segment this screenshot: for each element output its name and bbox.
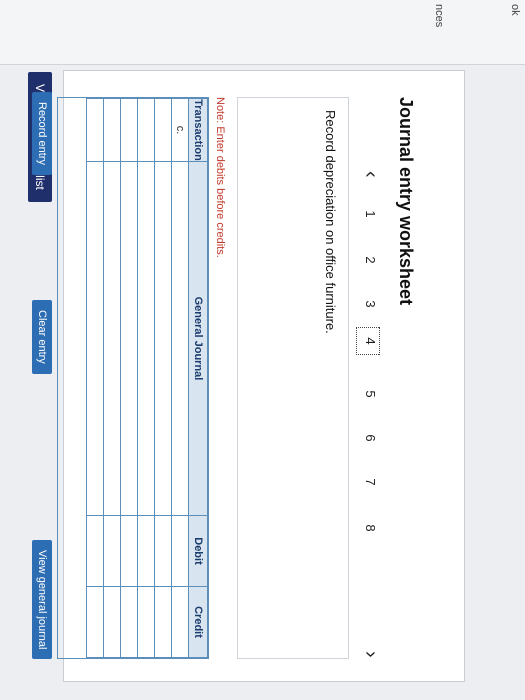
chevron-left-icon[interactable]: ‹ <box>359 171 382 178</box>
debits-credits-note: Note: Enter debits before credits. <box>214 97 226 258</box>
table-row <box>103 98 121 658</box>
sidebar-label-ok: ok <box>509 4 521 16</box>
page-3[interactable]: 3 <box>363 295 378 313</box>
page-5[interactable]: 5 <box>363 385 378 403</box>
header-general-journal: General Journal <box>188 161 208 516</box>
page-8[interactable]: 8 <box>363 519 378 537</box>
page-4[interactable]: 4 <box>363 332 378 350</box>
credit-cell[interactable] <box>137 586 155 658</box>
credit-cell[interactable] <box>171 586 189 658</box>
credit-cell[interactable] <box>120 586 138 658</box>
transaction-cell <box>120 98 138 162</box>
sidebar-label-ences: nces <box>433 4 445 28</box>
account-cell[interactable] <box>120 161 138 516</box>
transaction-cell <box>103 98 121 162</box>
account-cell[interactable] <box>154 161 172 516</box>
table-row <box>137 98 155 658</box>
transaction-cell <box>154 98 172 162</box>
worksheet-page: ok nces View transaction list Journal en… <box>0 0 525 700</box>
page-2[interactable]: 2 <box>363 251 378 269</box>
transaction-cell <box>137 98 155 162</box>
debit-cell[interactable] <box>120 515 138 587</box>
page-4-current[interactable]: 4 <box>356 327 380 355</box>
debit-cell[interactable] <box>103 515 121 587</box>
page-1[interactable]: 1 <box>363 205 378 223</box>
credit-cell[interactable] <box>103 586 121 658</box>
credit-cell[interactable] <box>154 586 172 658</box>
debit-cell[interactable] <box>137 515 155 587</box>
view-general-journal-button[interactable]: View general journal <box>32 540 52 660</box>
account-cell[interactable] <box>103 161 121 516</box>
debit-cell[interactable] <box>171 515 189 587</box>
left-sidebar: ok nces <box>0 0 525 65</box>
page-title: Journal entry worksheet <box>396 97 416 306</box>
table-row <box>86 98 104 658</box>
credit-cell[interactable] <box>86 586 104 658</box>
general-journal-table: Transaction General Journal Debit Credit… <box>57 97 209 659</box>
account-cell[interactable] <box>137 161 155 516</box>
worksheet-pager: ‹ 1 2 3 4 5 6 7 8 › <box>356 171 382 671</box>
journal-entry-panel: Journal entry worksheet ‹ 1 2 3 4 5 6 7 … <box>57 70 465 682</box>
account-cell[interactable] <box>171 161 189 516</box>
account-cell[interactable] <box>86 161 104 516</box>
clear-entry-button[interactable]: Clear entry <box>32 300 52 374</box>
header-transaction: Transaction <box>188 98 208 162</box>
instruction-text: Record depreciation on office furniture. <box>323 110 338 334</box>
transaction-cell: c. <box>171 98 189 162</box>
table-row: c. <box>171 98 189 658</box>
instruction-box: Record depreciation on office furniture. <box>237 97 349 659</box>
table-row <box>154 98 172 658</box>
chevron-right-icon[interactable]: › <box>359 651 382 658</box>
table-row <box>120 98 138 658</box>
transaction-cell <box>86 98 104 162</box>
header-credit: Credit <box>188 586 208 658</box>
debit-cell[interactable] <box>154 515 172 587</box>
page-7[interactable]: 7 <box>363 473 378 491</box>
page-6[interactable]: 6 <box>363 429 378 447</box>
header-debit: Debit <box>188 515 208 587</box>
record-entry-button[interactable]: Record entry <box>32 92 52 175</box>
debit-cell[interactable] <box>86 515 104 587</box>
